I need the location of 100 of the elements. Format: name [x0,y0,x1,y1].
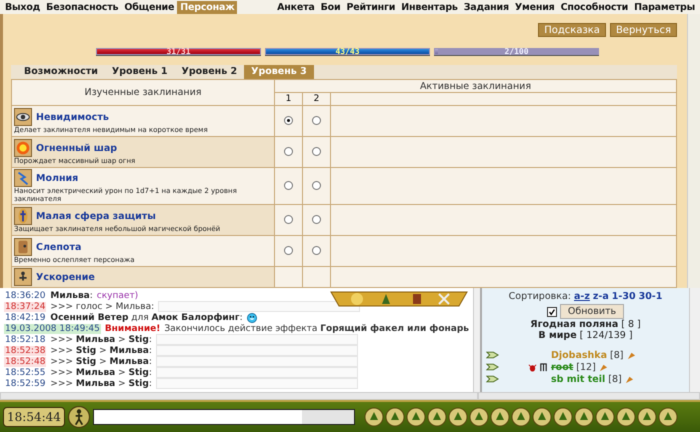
spell-name[interactable]: Слепота [36,242,82,252]
menu-item[interactable]: Анкета [274,0,318,14]
location-name: Ягодная поляна [530,319,618,330]
refresh-button[interactable]: Обновить [560,304,624,319]
column-header: Изученные заклинания [84,87,202,98]
emblem-icon[interactable] [594,407,615,427]
emblem-icon[interactable] [406,407,426,427]
message-sender: Внимание! [104,324,160,334]
lightning-spell-icon [14,169,32,187]
spell-name[interactable]: Ускорение [36,272,95,282]
spell-name[interactable]: Молния [36,172,78,184]
emblem-icon[interactable] [468,407,489,427]
slot-radio[interactable] [284,181,293,190]
emblem-icon[interactable] [552,407,573,427]
message-text: Закончилось действие эффекта Горящий факел или фонарь [164,324,469,334]
menu-item[interactable]: Параметры [631,0,698,14]
message-sender: >>> Stig > Мильва: [50,346,152,356]
menu-item[interactable]: Общение [121,0,178,14]
world-label: В мире [538,330,577,341]
horizontal-scrollbar[interactable] [478,392,700,400]
slot-radio[interactable] [284,246,293,256]
player-level: [8] [608,374,622,384]
emblem-icon[interactable] [510,407,531,427]
stat-reading: 43/43 [334,46,361,57]
slot-radio[interactable] [312,181,321,190]
walking-figure-icon[interactable] [68,406,90,428]
message-time: 18:52:18 [4,334,46,344]
message-text: скупает) [96,290,138,300]
emblem-icon[interactable] [658,407,678,427]
player-count: [ 124/139 ] [580,330,633,341]
player-level: [12] [576,362,596,372]
level-tab[interactable]: Уровень 1 [104,65,175,79]
fire-spell-icon [14,139,32,157]
menu-item[interactable]: Способности [558,0,632,14]
emblem-icon[interactable] [426,407,447,427]
scrollbar[interactable] [687,14,700,288]
slot-radio[interactable] [284,116,293,126]
scrollbar[interactable] [689,288,700,392]
stat-reading: 2/100 [503,46,530,57]
menu-item[interactable]: Безопасность [43,0,122,14]
message-time: 18:52:48 [4,356,46,366]
spell-name[interactable]: Невидимость [36,112,109,122]
message-sender: Осенний Ветер для Амок Балорфинг: [50,312,243,322]
arrow-icon[interactable] [486,363,499,371]
emblem-icon[interactable] [384,407,405,427]
emblem-icon[interactable] [616,407,636,427]
auto-refresh-checkbox[interactable] [546,306,557,316]
level-tab[interactable]: Уровень 2 [174,65,244,79]
message-sender: >>> Мильва > Stig: [50,368,152,378]
menu-item[interactable]: Бои [318,0,344,14]
spell-name[interactable]: Огненный шар [36,142,118,154]
arrow-icon[interactable] [486,351,499,359]
slot-radio[interactable] [312,246,321,256]
menu-item[interactable]: Рейтинги [343,0,398,14]
sort-link[interactable]: 1-30 [612,291,636,302]
scrollbar[interactable] [472,288,480,392]
slot-radio[interactable] [312,147,321,156]
message-time: 18:37:24 [4,302,46,312]
menu-item[interactable]: Умения [512,0,558,14]
sort-link[interactable]: z-a [592,291,609,302]
menu-item[interactable]: Задания [460,0,512,14]
stat-reading: 31/31 [165,46,192,57]
emblem-icon[interactable] [448,407,468,427]
shield-spell-icon [14,207,32,225]
message-time: 18:52:55 [4,368,46,378]
emblem-icon[interactable] [364,407,384,427]
slot-header: 1 [286,94,292,104]
column-header: Активные заклинания [420,80,532,92]
slot-radio[interactable] [312,215,321,224]
spell-name[interactable]: Малая сфера защиты [36,210,156,222]
chat-input-field[interactable] [92,409,355,425]
message-time: 18:36:20 [4,290,46,300]
message-sender: >>> голос > Мильва: [50,302,154,312]
slot-radio[interactable] [284,147,293,156]
menu-item[interactable]: Инвентарь [398,0,461,14]
slot-radio[interactable] [312,116,321,126]
clock: 18:54:44 [3,407,65,427]
menu-item[interactable]: Выход [2,0,44,14]
emblem-icon[interactable] [490,407,510,427]
sort-link[interactable]: 30-1 [638,291,662,302]
message-time: 18:52:59 [4,378,46,388]
message-sender: >>> Мильва > Stig: [50,378,152,388]
message-sender: Мильва: [50,290,93,300]
horizontal-scrollbar[interactable] [0,392,478,400]
player-name[interactable]: root [551,362,574,372]
arrow-icon[interactable] [486,375,499,383]
gate-icon [539,362,548,372]
emblem-icon[interactable] [636,407,657,427]
sort-label: Сортировка: [508,291,572,302]
message-time: 18:42:19 [4,312,46,322]
player-name[interactable]: sb mit teil [551,374,606,384]
emblem-icon[interactable] [532,407,552,427]
message-time: 18:52:38 [4,346,46,356]
sort-link[interactable]: a-z [574,291,590,302]
level-tab[interactable]: Возможности [17,65,105,79]
message-time: 19.03.2008 18:49:45 [4,324,101,334]
slot-radio[interactable] [284,215,293,224]
player-count: [ 8 ] [621,319,641,330]
message-sender: >>> Мильва > Stig: [50,334,152,344]
emblem-icon[interactable] [574,407,594,427]
